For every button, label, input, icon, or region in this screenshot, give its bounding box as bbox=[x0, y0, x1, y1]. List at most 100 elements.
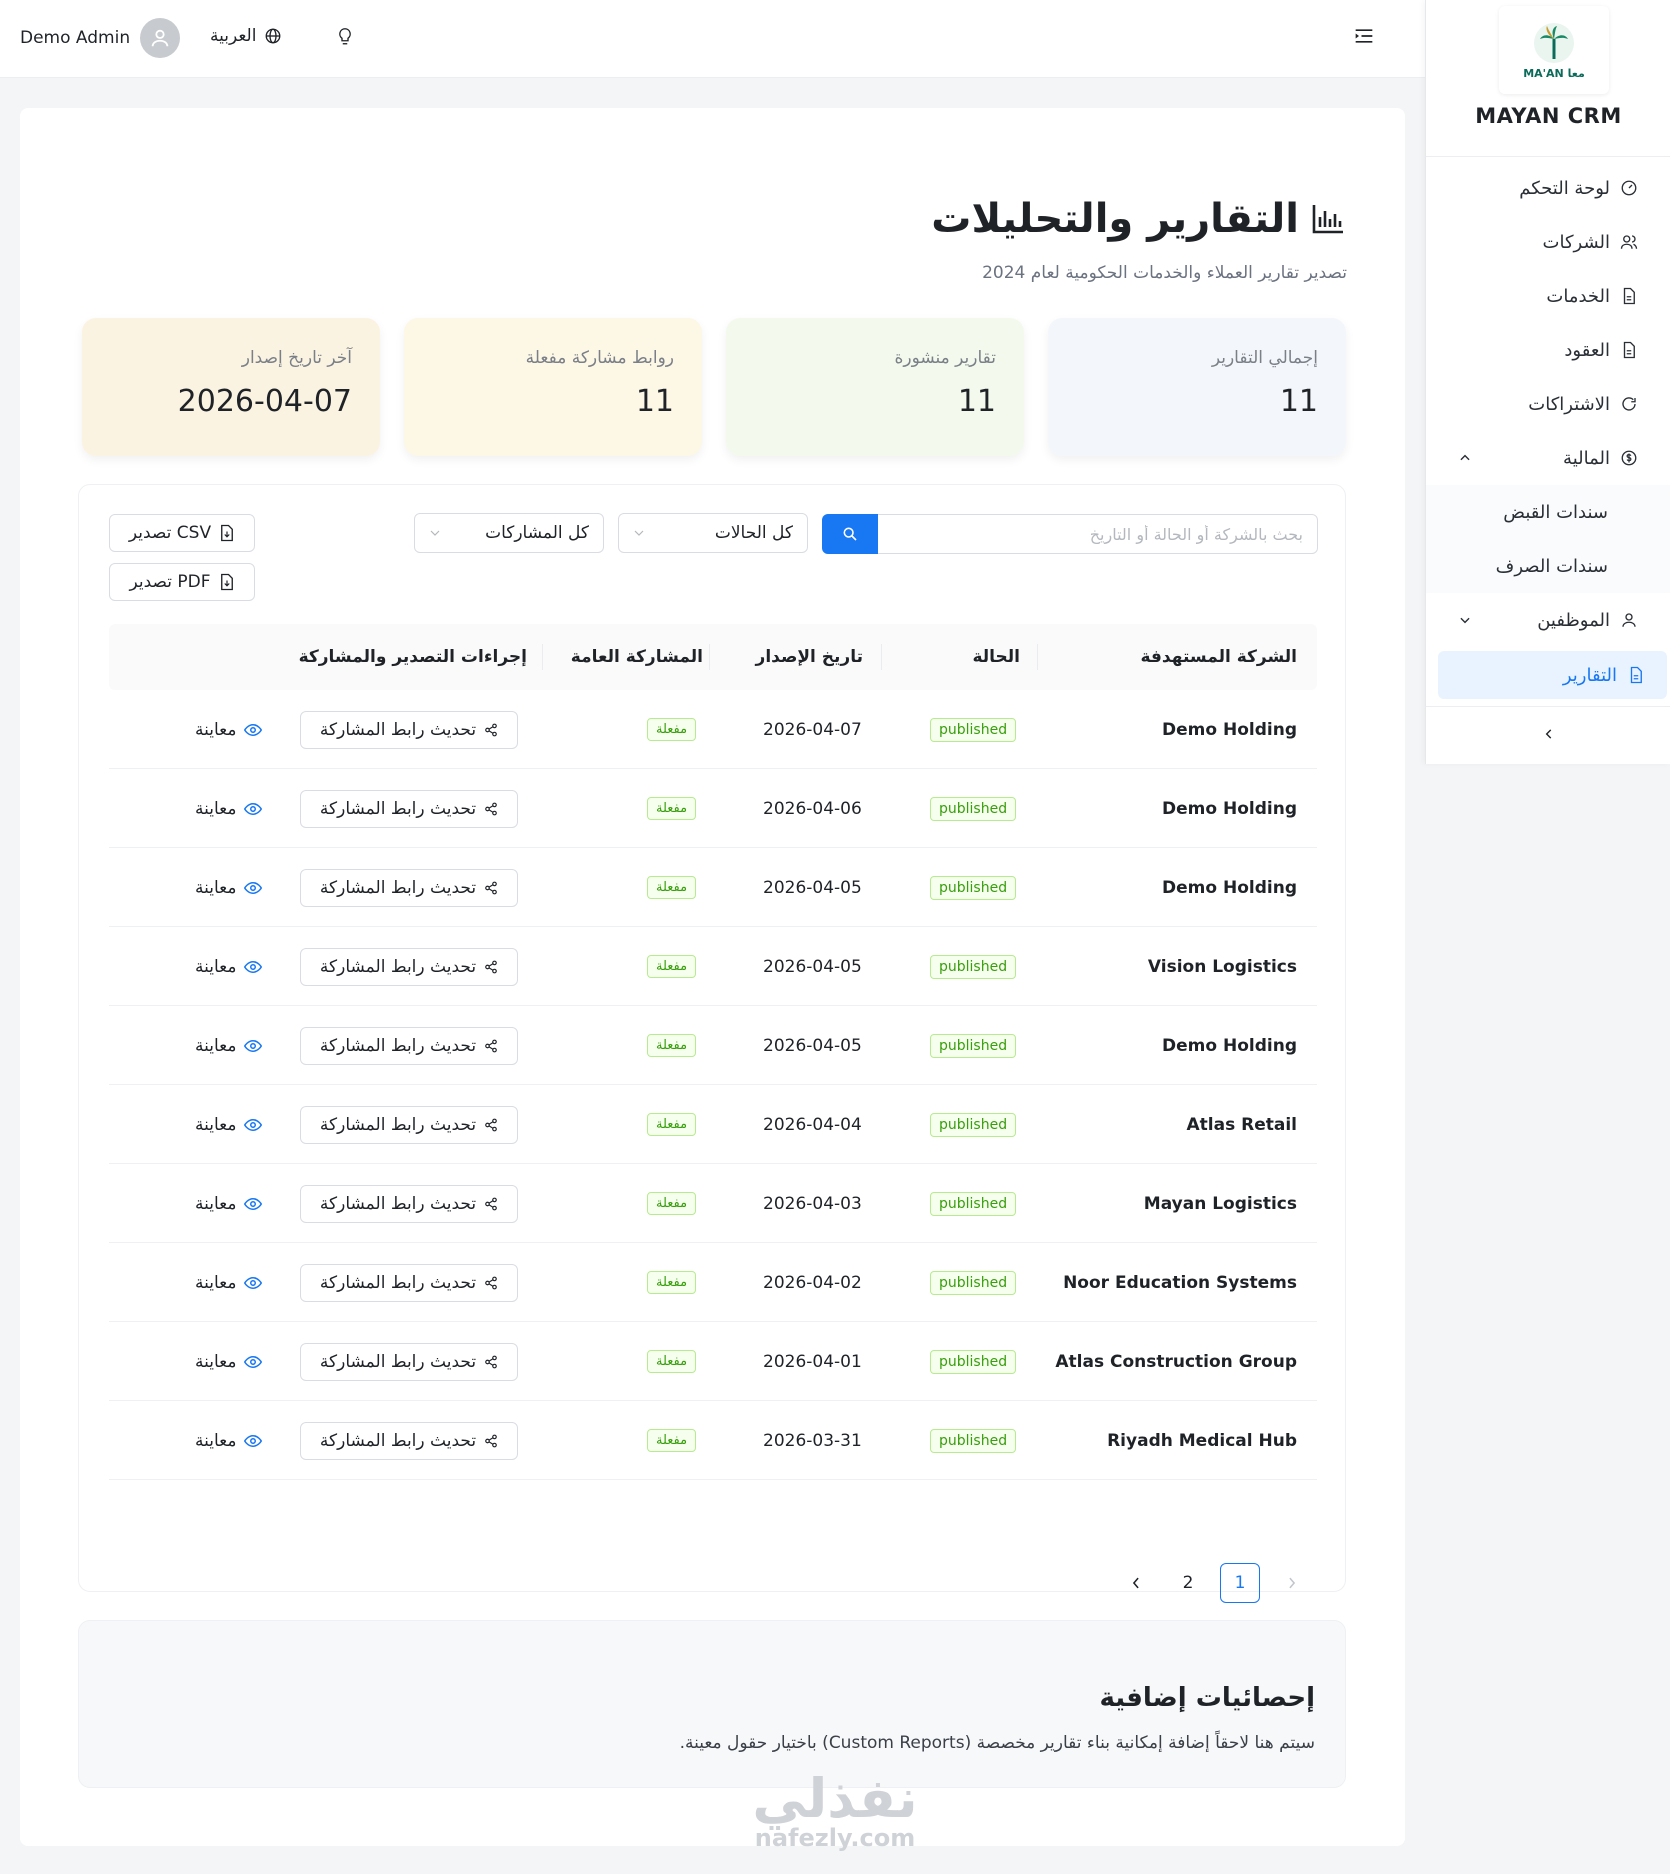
chevron-up-icon bbox=[1458, 449, 1472, 470]
update-share-link-button[interactable]: تحديث رابط المشاركة bbox=[300, 789, 518, 828]
search-button[interactable] bbox=[822, 514, 878, 554]
export-pdf-button[interactable]: تصدير PDF bbox=[109, 563, 255, 601]
share-icon bbox=[485, 1355, 497, 1368]
update-share-link-button[interactable]: تحديث رابط المشاركة bbox=[300, 1184, 518, 1223]
update-share-link-button[interactable]: تحديث رابط المشاركة bbox=[300, 1263, 518, 1302]
stat-value: 11 bbox=[957, 384, 996, 419]
lightbulb-icon[interactable] bbox=[336, 26, 354, 52]
sidebar-item-receipts[interactable]: سندات القبض bbox=[1426, 485, 1670, 539]
language-switcher[interactable]: العربية bbox=[210, 26, 282, 46]
table-row: Demo Holding published 2026-04-05 مفعلة تحدي… bbox=[109, 1006, 1317, 1085]
cell-actions: تحديث رابط المشاركة bbox=[300, 1006, 518, 1085]
search-input[interactable] bbox=[878, 514, 1318, 554]
cell-actions: تحديث رابط المشاركة bbox=[300, 1401, 518, 1480]
sidebar-item-dashboard[interactable]: لوحة التحكم bbox=[1426, 161, 1670, 215]
main-card: التقارير والتحليلات تصدير تقارير العملاء… bbox=[20, 108, 1405, 1846]
cell-status: published bbox=[930, 1322, 1017, 1401]
sidebar-item-label: الخدمات bbox=[1546, 285, 1610, 307]
cell-company: Atlas Retail bbox=[1186, 1114, 1298, 1135]
reports-table-card: تصدير CSV تصدير PDF كل المشاركات كل الحا… bbox=[78, 484, 1346, 1603]
update-share-link-label: تحديث رابط المشاركة bbox=[319, 1114, 477, 1135]
watermark: نفذلي nafezly.com bbox=[735, 1772, 935, 1853]
sidebar-item-label: التقارير bbox=[1562, 664, 1617, 686]
sidebar-item-services[interactable]: الخدمات bbox=[1426, 269, 1670, 323]
file-export-icon bbox=[221, 524, 234, 542]
share-badge: مفعلة bbox=[647, 876, 697, 899]
table-row: Atlas Construction Group published 2026-04… bbox=[109, 1322, 1317, 1401]
update-share-link-button[interactable]: تحديث رابط المشاركة bbox=[300, 868, 518, 907]
sidebar-item-employees[interactable]: الموظفين bbox=[1426, 593, 1670, 647]
stat-label: إجمالي التقارير bbox=[1211, 348, 1318, 368]
share-icon bbox=[485, 1039, 497, 1052]
preview-label: معاينة bbox=[195, 798, 237, 819]
table-row: Demo Holding published 2026-04-05 مفعلة تحدي… bbox=[109, 848, 1317, 927]
refresh-icon bbox=[1622, 397, 1636, 411]
sidebar-item-label: الشركات bbox=[1542, 231, 1610, 253]
preview-link[interactable]: معاينة bbox=[195, 1006, 263, 1085]
sidebar-item-payments[interactable]: سندات الصرف bbox=[1426, 539, 1670, 593]
status-filter-select[interactable]: كل الحالات bbox=[618, 513, 808, 553]
share-icon bbox=[485, 802, 497, 815]
pagination-page-1[interactable]: 1 bbox=[1220, 1563, 1260, 1603]
user-menu[interactable]: Demo Admin bbox=[20, 18, 181, 58]
status-badge: published bbox=[930, 1191, 1017, 1216]
update-share-link-label: تحديث رابط المشاركة bbox=[319, 1272, 477, 1293]
sidebar-item-contracts[interactable]: العقود bbox=[1426, 323, 1670, 377]
cell-status: published bbox=[930, 848, 1017, 927]
preview-link[interactable]: معاينة bbox=[195, 927, 263, 1006]
column-header-date: تاريخ الإصدار bbox=[755, 647, 863, 667]
preview-label: معاينة bbox=[195, 1272, 237, 1293]
cell-status: published bbox=[930, 1006, 1017, 1085]
logo: MA'AN معا bbox=[1499, 6, 1609, 94]
share-badge: مفعلة bbox=[647, 1034, 697, 1057]
eye-icon bbox=[244, 1197, 263, 1210]
sidebar-item-companies[interactable]: الشركات bbox=[1426, 215, 1670, 269]
sidebar-item-label: سندات الصرف bbox=[1495, 555, 1608, 577]
update-share-link-button[interactable]: تحديث رابط المشاركة bbox=[300, 1026, 518, 1065]
page-title: التقارير والتحليلات bbox=[931, 196, 1345, 242]
preview-link[interactable]: معاينة bbox=[195, 1322, 263, 1401]
stat-last-issue-date: آخر تاريخ إصدار 2026-04-07 bbox=[82, 318, 380, 456]
cell-share: مفعلة bbox=[647, 690, 697, 769]
avatar[interactable] bbox=[140, 18, 181, 58]
pagination-next[interactable] bbox=[1272, 1563, 1312, 1603]
update-share-link-label: تحديث رابط المشاركة bbox=[319, 1430, 477, 1451]
users-icon bbox=[1620, 235, 1638, 249]
update-share-link-button[interactable]: تحديث رابط المشاركة bbox=[300, 1105, 518, 1144]
update-share-link-button[interactable]: تحديث رابط المشاركة bbox=[300, 1421, 518, 1460]
update-share-link-button[interactable]: تحديث رابط المشاركة bbox=[300, 947, 518, 986]
preview-link[interactable]: معاينة bbox=[195, 1164, 263, 1243]
preview-link[interactable]: معاينة bbox=[195, 1243, 263, 1322]
cell-status: published bbox=[930, 769, 1017, 848]
update-share-link-button[interactable]: تحديث رابط المشاركة bbox=[300, 710, 518, 749]
pagination-prev[interactable] bbox=[1116, 1563, 1156, 1603]
cell-company: Atlas Construction Group bbox=[1055, 1351, 1297, 1372]
share-filter-value: كل المشاركات bbox=[485, 523, 589, 543]
cell-company: Vision Logistics bbox=[1147, 956, 1297, 977]
sidebar-item-label: لوحة التحكم bbox=[1519, 177, 1610, 199]
sidebar-item-finance[interactable]: المالية bbox=[1426, 431, 1670, 485]
cell-date: 2026-04-02 bbox=[763, 1272, 862, 1293]
cell-company: Mayan Logistics bbox=[1143, 1193, 1297, 1214]
eye-icon bbox=[244, 1276, 263, 1289]
export-csv-button[interactable]: تصدير CSV bbox=[109, 514, 255, 552]
chevron-left-icon bbox=[1545, 728, 1551, 739]
sidebar-collapse-button[interactable] bbox=[1426, 706, 1670, 760]
sidebar-item-subscriptions[interactable]: الاشتراكات bbox=[1426, 377, 1670, 431]
update-share-link-button[interactable]: تحديث رابط المشاركة bbox=[300, 1342, 518, 1381]
cell-actions: تحديث رابط المشاركة bbox=[300, 690, 518, 769]
preview-link[interactable]: معاينة bbox=[195, 1401, 263, 1480]
preview-link[interactable]: معاينة bbox=[195, 769, 263, 848]
pagination-page-2[interactable]: 2 bbox=[1168, 1563, 1208, 1603]
share-badge: مفعلة bbox=[647, 797, 697, 820]
share-badge: مفعلة bbox=[647, 1192, 697, 1215]
share-filter-select[interactable]: كل المشاركات bbox=[414, 513, 604, 553]
sidebar-item-label: سندات القبض bbox=[1503, 501, 1608, 523]
sidebar-item-reports[interactable]: التقارير bbox=[1438, 651, 1667, 699]
preview-link[interactable]: معاينة bbox=[195, 690, 263, 769]
preview-link[interactable]: معاينة bbox=[195, 1085, 263, 1164]
column-header-company: الشركة المستهدفة bbox=[1140, 647, 1297, 667]
preview-link[interactable]: معاينة bbox=[195, 848, 263, 927]
menu-toggle-icon[interactable] bbox=[1354, 27, 1374, 49]
cell-status: published bbox=[930, 1164, 1017, 1243]
